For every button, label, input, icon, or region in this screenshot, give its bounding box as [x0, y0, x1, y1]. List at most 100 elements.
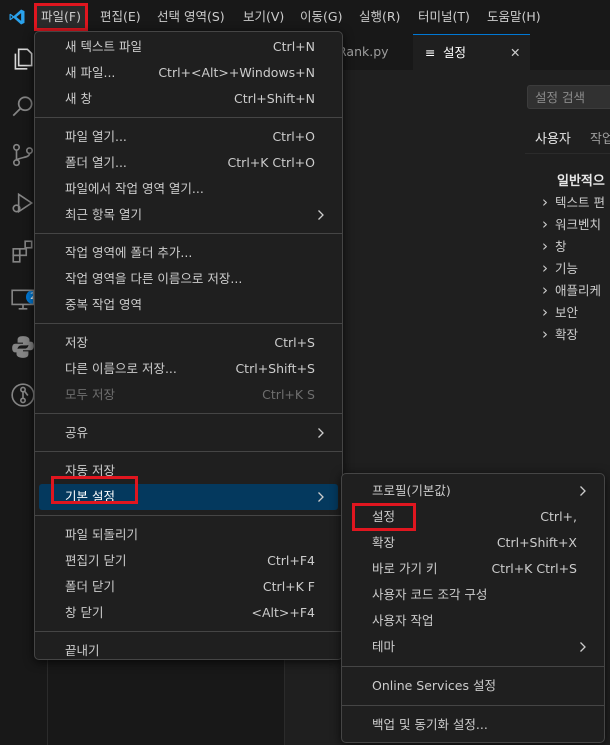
menu-item-shortcut: Ctrl+K F [262, 579, 315, 594]
settings-tree-item-label: 기능 [555, 261, 579, 276]
menu-item-label: 테마 [372, 639, 396, 654]
chevron-right-icon: › [542, 325, 548, 343]
menu-item-새-텍스트-파일[interactable]: 새 텍스트 파일 Ctrl+N [39, 34, 338, 60]
settings-tree-item-label: 확장 [555, 327, 579, 342]
menu-item-shortcut: Ctrl+Shift+X [496, 535, 577, 550]
settings-tree-item[interactable]: › 창 [542, 236, 567, 255]
menu-run[interactable]: 실행(R) [358, 6, 401, 28]
chevron-right-icon: › [542, 215, 548, 233]
vscode-logo-icon [9, 9, 25, 25]
menu-separator [35, 631, 342, 632]
menu-item-online-services-설정[interactable]: Online Services 설정 [346, 673, 600, 699]
menu-item-최근-항목-열기[interactable]: 최근 항목 열기 [39, 202, 338, 228]
menu-item-바로-가기-키[interactable]: 바로 가기 키 Ctrl+K Ctrl+S [346, 556, 600, 582]
tab-settings-label: 설정 [443, 45, 467, 60]
highlight-box-settings [352, 503, 416, 531]
menu-item-편집기-닫기[interactable]: 편집기 닫기 Ctrl+F4 [39, 548, 338, 574]
menu-item-label: 끝내기 [65, 643, 100, 658]
menu-item-label: 작업 영역을 다른 이름으로 저장... [65, 271, 243, 286]
menu-item-확장[interactable]: 확장 Ctrl+Shift+X [346, 530, 600, 556]
menu-item-label: 편집기 닫기 [65, 553, 127, 568]
menu-item-다른-이름으로-저장[interactable]: 다른 이름으로 저장... Ctrl+Shift+S [39, 356, 338, 382]
menu-item-사용자-코드-조각-구성[interactable]: 사용자 코드 조각 구성 [346, 582, 600, 608]
settings-tab-workspace[interactable]: 작업 [590, 128, 610, 147]
menu-item-label: 파일에서 작업 영역 열기... [65, 181, 204, 196]
menu-item-label: 파일 열기... [65, 129, 127, 144]
menu-item-모두-저장[interactable]: 모두 저장 Ctrl+K S [39, 382, 338, 408]
menu-item-label: 사용자 코드 조각 구성 [372, 587, 488, 602]
settings-tabs-divider [525, 153, 610, 154]
menu-item-shortcut: Ctrl+K Ctrl+S [491, 561, 577, 576]
highlight-box-preferences [51, 476, 138, 504]
menu-item-label: 최근 항목 열기 [65, 207, 142, 222]
chevron-right-icon [316, 484, 326, 519]
menu-item-파일-열기[interactable]: 파일 열기... Ctrl+O [39, 124, 338, 150]
menu-item-shortcut: Ctrl+, [540, 509, 577, 524]
settings-tree-item[interactable]: › 기능 [542, 258, 578, 277]
menu-view[interactable]: 보기(V) [242, 6, 285, 28]
menu-item-새-창[interactable]: 새 창 Ctrl+Shift+N [39, 86, 338, 112]
menu-item-label: 폴더 열기... [65, 155, 127, 170]
menu-item-shortcut: Ctrl+Shift+S [235, 361, 315, 376]
settings-tab-user[interactable]: 사용자 [535, 128, 571, 154]
tab-settings[interactable]: ≡ 설정 ✕ [413, 34, 530, 70]
menu-item-label: 창 닫기 [65, 605, 104, 620]
settings-file-icon: ≡ [425, 45, 436, 60]
menu-item-shortcut: <Alt>+F4 [251, 605, 316, 620]
chevron-right-icon: › [542, 303, 548, 321]
menu-item-작업-영역을-다른-이름으로-저장[interactable]: 작업 영역을 다른 이름으로 저장... [39, 266, 338, 292]
menu-edit[interactable]: 편집(E) [99, 6, 142, 28]
settings-tree-item[interactable]: › 확장 [542, 324, 578, 343]
menu-help[interactable]: 도움말(H) [486, 6, 542, 28]
menu-item-label: 새 텍스트 파일 [65, 39, 142, 54]
menu-separator [35, 323, 342, 324]
settings-tree-item[interactable]: › 워크벤치 [542, 214, 601, 233]
menu-item-shortcut: Ctrl+K Ctrl+O [227, 155, 315, 170]
menu-selection[interactable]: 선택 영역(S) [156, 6, 226, 28]
menu-item-끝내기[interactable]: 끝내기 [39, 638, 338, 664]
chevron-right-icon [316, 202, 326, 237]
menu-go[interactable]: 이동(G) [299, 6, 343, 28]
menu-item-label: 백업 및 동기화 설정... [372, 717, 488, 732]
menu-item-label: 폴더 닫기 [65, 579, 115, 594]
menu-separator [35, 515, 342, 516]
menu-item-폴더-닫기[interactable]: 폴더 닫기 Ctrl+K F [39, 574, 338, 600]
menu-item-label: 바로 가기 키 [372, 561, 438, 576]
menu-item-label: 작업 영역에 폴더 추가... [65, 245, 193, 260]
menu-item-백업-및-동기화-설정[interactable]: 백업 및 동기화 설정... [346, 712, 600, 738]
settings-tree-item[interactable]: › 텍스트 편 [542, 192, 605, 211]
menu-separator [342, 704, 604, 706]
menu-terminal[interactable]: 터미널(T) [417, 6, 471, 28]
menu-item-테마[interactable]: 테마 [346, 634, 600, 660]
settings-tree-item-label: 보안 [555, 305, 579, 320]
chevron-right-icon: › [542, 237, 548, 255]
settings-tree-item[interactable]: › 애플리케 [542, 280, 601, 299]
menu-item-저장[interactable]: 저장 Ctrl+S [39, 330, 338, 356]
menu-separator [342, 665, 604, 667]
menu-item-새-파일[interactable]: 새 파일... Ctrl+<Alt>+Windows+N [39, 60, 338, 86]
settings-group-title[interactable]: 일반적으 [557, 170, 605, 189]
menu-separator [35, 413, 342, 414]
menu-item-사용자-작업[interactable]: 사용자 작업 [346, 608, 600, 634]
menu-item-창-닫기[interactable]: 창 닫기 <Alt>+F4 [39, 600, 338, 626]
menu-item-shortcut: Ctrl+K S [262, 387, 315, 402]
menu-item-파일에서-작업-영역-열기[interactable]: 파일에서 작업 영역 열기... [39, 176, 338, 202]
menu-item-중복-작업-영역[interactable]: 중복 작업 영역 [39, 292, 338, 318]
menu-item-프로필-기본값[interactable]: 프로필(기본값) [346, 478, 600, 504]
menu-item-파일-되돌리기[interactable]: 파일 되돌리기 [39, 522, 338, 548]
menu-item-작업-영역에-폴더-추가[interactable]: 작업 영역에 폴더 추가... [39, 240, 338, 266]
menu-item-shortcut: Ctrl+N [272, 39, 315, 54]
settings-tree-item-label: 워크벤치 [555, 217, 602, 232]
menu-item-shortcut: Ctrl+F4 [267, 553, 315, 568]
menu-item-폴더-열기[interactable]: 폴더 열기... Ctrl+K Ctrl+O [39, 150, 338, 176]
menu-item-공유[interactable]: 공유 [39, 420, 338, 446]
menu-file[interactable]: 파일(F) [34, 3, 88, 31]
settings-search-input[interactable]: 설정 검색 [527, 85, 610, 109]
close-icon[interactable]: ✕ [510, 35, 520, 70]
chevron-right-icon: › [542, 193, 548, 211]
menu-item-label: 확장 [372, 535, 396, 550]
settings-tree-item[interactable]: › 보안 [542, 302, 578, 321]
menu-item-shortcut: Ctrl+S [274, 335, 315, 350]
tab-rank-py[interactable]: Rank.py [338, 34, 389, 69]
menu-item-label: 모두 저장 [65, 387, 115, 402]
